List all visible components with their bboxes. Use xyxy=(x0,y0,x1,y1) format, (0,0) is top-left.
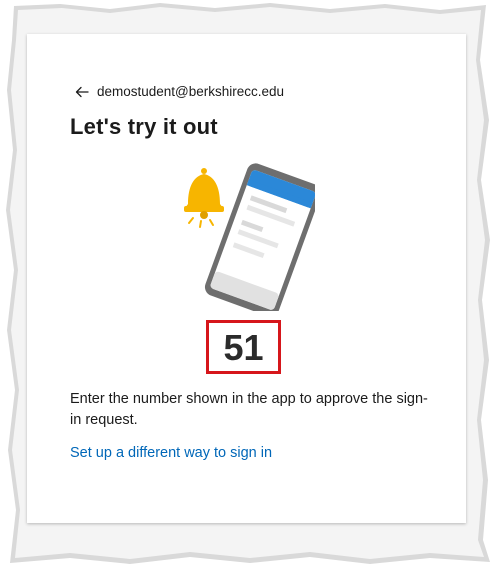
page-title: Let's try it out xyxy=(70,114,218,139)
verification-number: 51 xyxy=(223,327,264,368)
account-email: demostudent@berkshirecc.edu xyxy=(97,84,285,99)
sign-in-card: demostudent@berkshirecc.edu Let's try it… xyxy=(27,34,466,523)
instructions-text: Enter the number shown in the app to app… xyxy=(70,391,428,428)
phone-notification-illustration xyxy=(184,163,315,311)
phone-icon xyxy=(204,163,315,311)
different-way-to-sign-in-link[interactable]: Set up a different way to sign in xyxy=(70,445,272,461)
arrow-left-icon[interactable] xyxy=(75,85,89,99)
account-back-row[interactable]: demostudent@berkshirecc.edu xyxy=(75,84,284,99)
bell-icon xyxy=(184,168,224,228)
verification-number-highlight: 51 xyxy=(206,320,281,374)
